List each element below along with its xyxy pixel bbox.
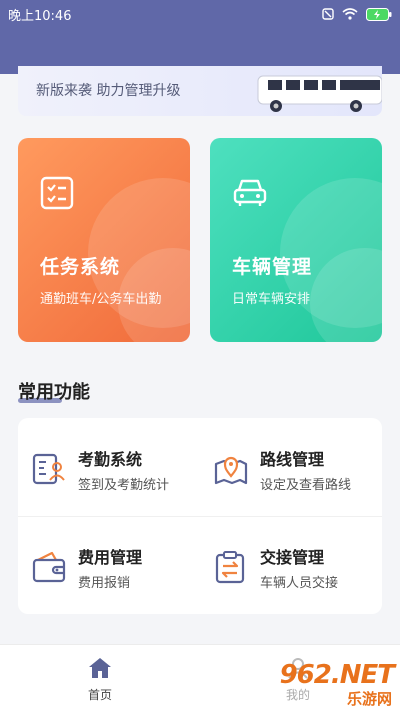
func-subtitle: 签到及考勤统计 — [78, 478, 170, 493]
wifi-icon — [342, 8, 358, 20]
card-subtitle: 日常车辆安排 — [232, 292, 311, 307]
banner-text: 新版来袭 助力管理升级 — [36, 83, 181, 99]
common-functions-panel: 考勤系统 签到及考勤统计 路线管理 设定及查看路线 费用管理 费用报销 交接管理… — [18, 418, 382, 614]
func-title: 考勤系统 — [78, 450, 143, 469]
func-title: 费用管理 — [78, 548, 143, 567]
task-system-card[interactable]: 任务系统 通勤班车/公务车出勤 — [18, 138, 190, 342]
sim-icon — [322, 8, 334, 20]
status-time: 晚上10:46 — [8, 8, 72, 24]
card-subtitle: 通勤班车/公务车出勤 — [40, 292, 162, 307]
status-icons — [322, 7, 392, 21]
bus-icon — [257, 75, 382, 112]
attendance-item[interactable]: 考勤系统 签到及考勤统计 — [18, 418, 200, 516]
card-title: 任务系统 — [40, 256, 121, 278]
expense-item[interactable]: 费用管理 费用报销 — [18, 516, 200, 614]
status-bar: 晚上10:46 — [0, 0, 400, 28]
watermark: 962.NET 乐游网 — [264, 660, 395, 708]
wallet-icon — [32, 551, 66, 583]
clipboard-exchange-icon — [215, 551, 245, 584]
home-icon — [89, 658, 111, 678]
func-subtitle: 费用报销 — [78, 576, 131, 591]
map-pin-icon — [214, 456, 248, 485]
route-item[interactable]: 路线管理 设定及查看路线 — [200, 418, 382, 516]
func-title: 路线管理 — [260, 450, 325, 469]
func-subtitle: 设定及查看路线 — [260, 478, 352, 493]
attendance-icon — [32, 453, 65, 485]
promo-banner[interactable]: 新版来袭 助力管理升级 — [18, 66, 382, 116]
tab-home-label: 首页 — [87, 688, 112, 702]
func-title: 交接管理 — [260, 548, 325, 567]
card-title: 车辆管理 — [232, 256, 313, 278]
func-subtitle: 车辆人员交接 — [260, 576, 339, 591]
vehicle-management-card[interactable]: 车辆管理 日常车辆安排 — [210, 138, 382, 342]
battery-icon — [366, 7, 392, 21]
task-list-icon — [40, 176, 74, 210]
handover-item[interactable]: 交接管理 车辆人员交接 — [200, 516, 382, 614]
tab-home[interactable]: 首页 — [70, 657, 130, 703]
car-icon — [233, 179, 267, 206]
watermark-sub: 乐游网 — [346, 690, 392, 708]
section-title: 常用功能 — [18, 382, 90, 403]
watermark-logo: 962.NET — [279, 660, 395, 690]
